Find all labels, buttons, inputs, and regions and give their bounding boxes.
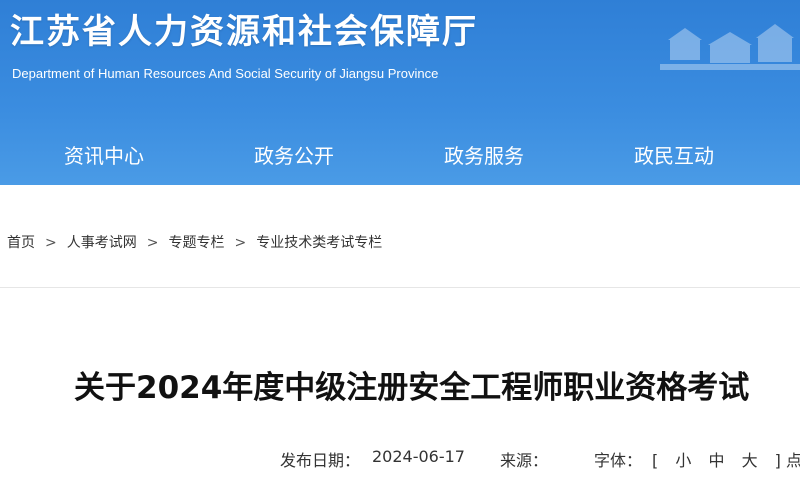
source-label: 来源： (500, 451, 549, 470)
publish-date-label: 发布日期： (280, 451, 361, 470)
breadcrumb-separator: > (234, 235, 247, 251)
font-size-medium-button[interactable]: 中 (708, 451, 724, 470)
breadcrumb-special-topics[interactable]: 专题专栏 (168, 235, 224, 251)
content-divider (0, 287, 800, 288)
breadcrumb-current[interactable]: 专业技术类考试专栏 (256, 235, 382, 251)
breadcrumb-separator: > (146, 235, 159, 251)
article-title: 关于2024年度中级注册安全工程师职业资格考试 (74, 370, 750, 406)
nav-item-public-interaction[interactable]: 政民互动 (634, 140, 714, 169)
font-size-large-button[interactable]: 大 (742, 451, 758, 470)
breadcrumb-separator: > (45, 235, 57, 251)
nav-item-government-affairs-open[interactable]: 政务公开 (254, 140, 334, 169)
main-nav: 资讯中心 政务公开 政务服务 政民互动 (0, 132, 800, 176)
font-size-control: [ 小 中 大 ] (646, 447, 787, 471)
breadcrumb-home[interactable]: 首页 (7, 235, 35, 251)
font-bracket-open: [ (652, 451, 659, 470)
breadcrumb-exam-site[interactable]: 人事考试网 (67, 235, 137, 251)
font-bracket-close: ] (774, 451, 781, 470)
trailing-meta-text: 点 (786, 451, 800, 470)
site-title[interactable]: 江苏省人力资源和社会保障厅 (10, 4, 478, 53)
nav-item-news-center[interactable]: 资讯中心 (64, 140, 144, 169)
nav-item-government-services[interactable]: 政务服务 (444, 140, 524, 169)
site-header: 江苏省人力资源和社会保障厅 Department of Human Resour… (0, 0, 800, 185)
breadcrumb: 首页 > 人事考试网 > 专题专栏 > 专业技术类考试专栏 (7, 232, 382, 252)
publish-date: 2024-06-17 (372, 447, 465, 466)
font-size-label: 字体： (594, 451, 643, 470)
font-size-small-button[interactable]: 小 (675, 451, 691, 470)
landscape-decoration-icon (660, 24, 800, 70)
site-subtitle: Department of Human Resources And Social… (12, 66, 439, 81)
